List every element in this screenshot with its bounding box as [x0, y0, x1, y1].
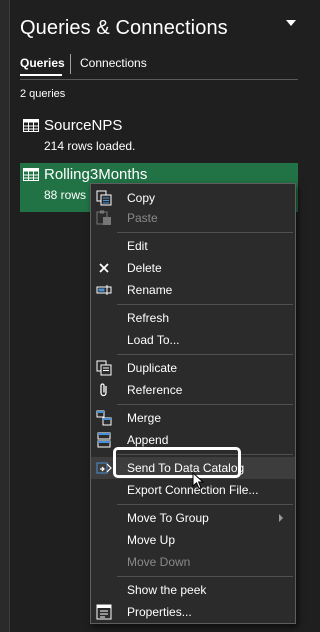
menu-item-paste[interactable]: Paste	[91, 207, 295, 229]
menu-item-duplicate[interactable]: Duplicate	[91, 357, 295, 379]
query-name: SourceNPS	[44, 117, 123, 134]
pane-title: Queries & Connections	[20, 17, 228, 39]
menu-item-move-down[interactable]: Move Down	[91, 551, 295, 573]
annotation-highlight-box	[113, 447, 241, 478]
menu-item-label: Merge	[127, 411, 162, 425]
tab-rule	[20, 79, 298, 80]
menu-item-reference[interactable]: Reference	[91, 379, 295, 401]
menu-item-label: Rename	[127, 283, 173, 297]
mouse-cursor-icon	[192, 472, 205, 490]
query-item-sourcenps[interactable]: SourceNPS 214 rows loaded.	[20, 114, 298, 158]
menu-item-label: Delete	[127, 261, 162, 275]
menu-item-properties[interactable]: Properties...	[91, 601, 295, 623]
query-status: 214 rows loaded.	[44, 139, 136, 153]
menu-item-show-the-peek[interactable]: Show the peek	[91, 579, 295, 601]
pane-left-edge	[0, 0, 10, 632]
query-status: 88 rows	[44, 188, 87, 202]
query-name: Rolling3Months	[44, 166, 148, 183]
duplicate-icon	[96, 360, 112, 376]
menu-item-label: Properties...	[127, 605, 192, 619]
tab-queries[interactable]: Queries	[20, 56, 65, 70]
menu-item-copy[interactable]: Copy	[91, 187, 295, 209]
menu-item-delete[interactable]: Delete	[91, 257, 295, 279]
merge-icon	[96, 410, 112, 426]
menu-separator	[117, 504, 293, 505]
properties-icon	[96, 604, 112, 620]
menu-item-label: Duplicate	[127, 361, 178, 375]
tab-divider	[70, 54, 71, 74]
submenu-arrow-icon	[279, 514, 283, 522]
menu-item-load-to[interactable]: Load To...	[91, 329, 295, 351]
rename-icon	[96, 285, 112, 295]
menu-item-rename[interactable]: Rename	[91, 279, 295, 301]
menu-separator	[117, 304, 293, 305]
reference-icon	[100, 383, 107, 397]
menu-item-label: Reference	[127, 383, 183, 397]
paste-icon	[96, 210, 111, 225]
copy-icon	[96, 190, 112, 206]
menu-item-merge[interactable]: Merge	[91, 407, 295, 429]
menu-item-move-to-group[interactable]: Move To Group	[91, 507, 295, 529]
menu-separator	[117, 354, 293, 355]
context-menu: Copy Paste Edit Delete Rename Refresh Lo	[90, 183, 296, 624]
menu-separator	[117, 232, 293, 233]
menu-separator	[117, 576, 293, 577]
menu-separator	[117, 404, 293, 405]
query-count: 2 queries	[20, 88, 66, 100]
menu-item-label: Move Down	[127, 555, 191, 569]
menu-item-move-up[interactable]: Move Up	[91, 529, 295, 551]
menu-item-label: Edit	[127, 239, 148, 253]
delete-icon	[99, 263, 109, 273]
tab-connections[interactable]: Connections	[80, 56, 147, 70]
pane-options-chevron-icon[interactable]	[286, 20, 296, 26]
active-tab-indicator	[20, 74, 62, 76]
menu-item-label: Load To...	[127, 333, 180, 347]
menu-item-label: Move To Group	[127, 511, 209, 525]
append-icon	[97, 432, 111, 448]
menu-item-edit[interactable]: Edit	[91, 235, 295, 257]
menu-item-label: Show the peek	[127, 583, 207, 597]
data-catalog-icon	[96, 462, 112, 474]
menu-item-label: Paste	[127, 211, 158, 225]
menu-item-label: Move Up	[127, 533, 176, 547]
menu-item-refresh[interactable]: Refresh	[91, 307, 295, 329]
table-icon	[23, 168, 39, 181]
table-icon	[23, 119, 39, 132]
menu-item-label: Copy	[127, 191, 156, 205]
menu-item-label: Refresh	[127, 311, 170, 325]
menu-item-label: Append	[127, 433, 169, 447]
